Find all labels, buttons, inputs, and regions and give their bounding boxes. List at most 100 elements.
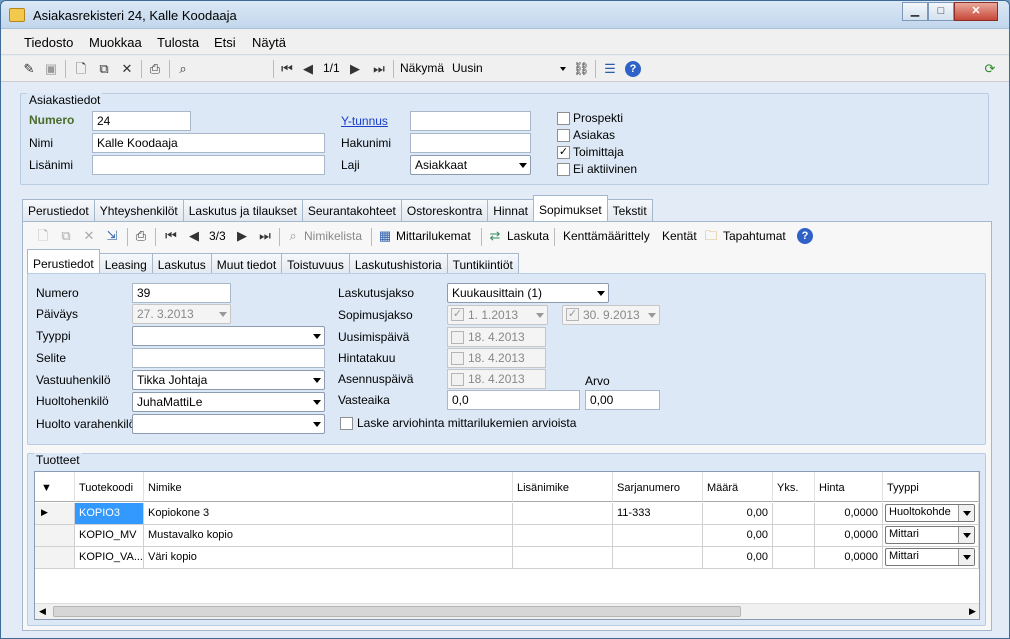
selite-field[interactable] [132, 348, 325, 368]
cell-code[interactable]: KOPIO_MV [75, 525, 144, 547]
cell-unit[interactable] [773, 503, 815, 525]
print-icon[interactable]: ⎙ [147, 61, 163, 77]
prev-record-icon[interactable]: ◀ [300, 61, 316, 77]
search-input[interactable] [197, 59, 269, 79]
col-hinta[interactable]: Hinta [815, 472, 883, 502]
subtab-toistuvuus[interactable]: Toistuvuus [281, 253, 350, 275]
last-record-icon[interactable]: ⏭ [371, 61, 387, 77]
cell-name[interactable]: Väri kopio [144, 547, 513, 569]
close-button[interactable]: ✕ [954, 2, 998, 21]
row-indicator-icon[interactable]: ▶ [35, 503, 75, 525]
cell-serial[interactable] [613, 547, 703, 569]
tapahtumat-button[interactable]: Tapahtumat [723, 229, 786, 243]
sopimusjakso-start-field[interactable]: ✓ 1. 1.2013 [447, 305, 548, 325]
next-record-icon[interactable]: ▶ [347, 61, 363, 77]
laske-arviohinta-checkbox[interactable] [340, 417, 353, 430]
save-icon[interactable]: ▣ [43, 61, 59, 77]
cell-unit[interactable] [773, 525, 815, 547]
cell-qty[interactable]: 0,00 [703, 525, 773, 547]
cell-price[interactable]: 0,0000 [815, 525, 883, 547]
asiakas-checkbox[interactable] [557, 129, 570, 142]
cell-code[interactable]: KOPIO3 [75, 503, 144, 525]
menu-tulosta[interactable]: Tulosta [157, 35, 199, 50]
subtab-leasing[interactable]: Leasing [98, 253, 153, 275]
view-select[interactable]: Uusin [452, 61, 568, 75]
row-header[interactable] [35, 547, 75, 569]
huoltohenkilo-select[interactable]: JuhaMattiLe [132, 392, 325, 412]
numero-field[interactable]: 24 [92, 111, 191, 131]
import-icon[interactable]: ⇲ [104, 228, 120, 244]
subtab-laskutushistoria[interactable]: Laskutushistoria [348, 253, 448, 275]
ei-aktiivinen-checkbox[interactable] [557, 163, 570, 176]
cell-price[interactable]: 0,0000 [815, 547, 883, 569]
cell-name[interactable]: Mustavalko kopio [144, 525, 513, 547]
hintatakuu-field[interactable]: 18. 4.2013 [447, 348, 546, 368]
subtab-tuntikiintiot[interactable]: Tuntikiintiöt [446, 253, 519, 275]
col-tyyppi[interactable]: Tyyppi [883, 472, 979, 502]
maximize-button[interactable]: □ [928, 2, 954, 21]
col-nimike[interactable]: Nimike [144, 472, 513, 502]
cell-code[interactable]: KOPIO_VA... [75, 547, 144, 569]
subtab-muut-tiedot[interactable]: Muut tiedot [210, 253, 283, 275]
paivays-field[interactable]: 27. 3.2013 [132, 304, 231, 324]
asennuspaiva-checkbox[interactable] [451, 373, 464, 386]
cell-unit[interactable] [773, 547, 815, 569]
prospekti-checkbox[interactable] [557, 112, 570, 125]
list-icon[interactable]: ☰ [602, 61, 618, 77]
uusimispaiva-checkbox[interactable] [451, 331, 464, 344]
help-icon[interactable]: ? [797, 228, 813, 244]
link-icon[interactable]: ⛓ [573, 61, 590, 77]
menu-nayta[interactable]: Näytä [252, 35, 286, 50]
tab-laskutus-ja-tilaukset[interactable]: Laskutus ja tilaukset [182, 199, 303, 221]
refresh-icon[interactable]: ⟳ [982, 61, 998, 77]
new-icon[interactable]: 🗋 [73, 61, 89, 77]
cell-serial[interactable]: 11-333 [613, 503, 703, 525]
subtab-perustiedot[interactable]: Perustiedot [27, 249, 100, 275]
sop-numero-field[interactable]: 39 [132, 283, 231, 303]
cell-price[interactable]: 0,0000 [815, 503, 883, 525]
scroll-left-icon[interactable]: ◀ [39, 606, 46, 617]
col-tuotekoodi[interactable]: Tuotekoodi [75, 472, 144, 502]
laskutusjakso-select[interactable]: Kuukausittain (1) [447, 283, 609, 303]
tab-tekstit[interactable]: Tekstit [606, 199, 653, 221]
col-lisanimike[interactable]: Lisänimike [513, 472, 613, 502]
arvo-field[interactable]: 0,00 [585, 390, 660, 410]
search-icon[interactable]: ⌕ [175, 61, 191, 77]
type-select[interactable]: Huoltokohde [885, 504, 975, 522]
vastuuhenkilo-select[interactable]: Tikka Johtaja [132, 370, 325, 390]
sopimusjakso-start-checkbox[interactable]: ✓ [451, 308, 464, 321]
new-icon[interactable]: 🗋 [35, 228, 51, 244]
horizontal-scrollbar[interactable]: ◀ ▶ [35, 603, 979, 619]
tab-hinnat[interactable]: Hinnat [487, 199, 534, 221]
vasteaika-field[interactable]: 0,0 [447, 390, 580, 410]
cell-name[interactable]: Kopiokone 3 [144, 503, 513, 525]
row-header[interactable] [35, 525, 75, 547]
delete-icon[interactable]: ✕ [81, 228, 97, 244]
cell-extra[interactable] [513, 547, 613, 569]
hakunimi-field[interactable] [410, 133, 531, 153]
cell-qty[interactable]: 0,00 [703, 547, 773, 569]
mittarilukemat-button[interactable]: Mittarilukemat [396, 229, 471, 243]
tab-ostoreskontra[interactable]: Ostoreskontra [400, 199, 489, 221]
col-sarjanumero[interactable]: Sarjanumero [613, 472, 703, 502]
copy-icon[interactable]: ⧉ [58, 228, 74, 244]
sopimusjakso-end-checkbox[interactable]: ✓ [566, 308, 579, 321]
toimittaja-checkbox[interactable]: ✓ [557, 146, 570, 159]
tab-sopimukset[interactable]: Sopimukset [532, 195, 608, 221]
first-record-icon[interactable]: ⏮ [163, 228, 179, 244]
col-yks[interactable]: Yks. [773, 472, 815, 502]
tab-yhteyshenkilot[interactable]: Yhteyshenkilöt [93, 199, 184, 221]
asennuspaiva-field[interactable]: 18. 4.2013 [447, 369, 546, 389]
prev-record-icon[interactable]: ◀ [186, 228, 202, 244]
kenttamaarittely-button[interactable]: Kenttämäärittely [563, 229, 650, 243]
tyyppi-select[interactable] [132, 326, 325, 346]
minimize-button[interactable]: ▁ [902, 2, 928, 21]
cell-serial[interactable] [613, 525, 703, 547]
huolto-varahenkilo-select[interactable] [132, 414, 325, 434]
menu-etsi[interactable]: Etsi [214, 35, 236, 50]
lisanimi-field[interactable] [92, 155, 325, 175]
laskuta-button[interactable]: Laskuta [507, 229, 549, 243]
print-icon[interactable]: ⎙ [133, 228, 149, 244]
kentat-button[interactable]: Kentät [662, 229, 697, 243]
menu-muokkaa[interactable]: Muokkaa [89, 35, 142, 50]
